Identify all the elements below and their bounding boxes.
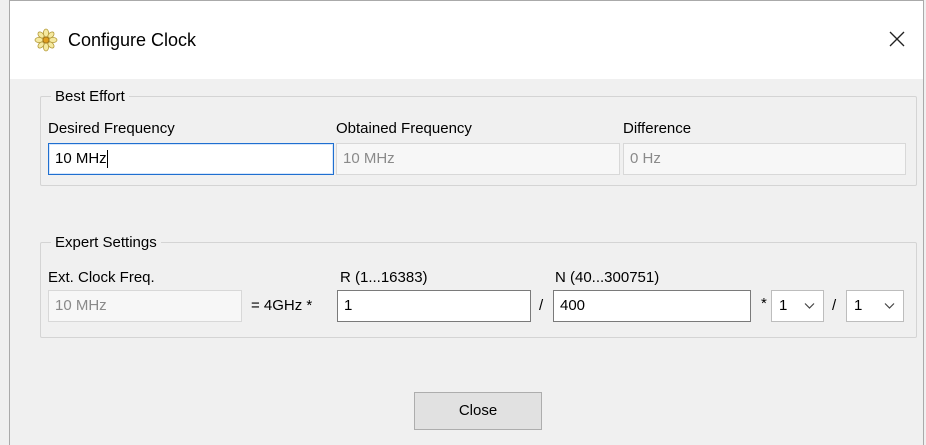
ext-clock-freq-field: 10 MHz	[48, 290, 242, 322]
obtained-frequency-field: 10 MHz	[336, 143, 620, 175]
divide-sign-1: /	[539, 297, 544, 314]
best-effort-legend: Best Effort	[51, 88, 129, 105]
title-bar: Configure Clock	[10, 1, 923, 79]
obtained-frequency-label: Obtained Frequency	[336, 120, 472, 137]
difference-field: 0 Hz	[623, 143, 906, 175]
desired-frequency-label: Desired Frequency	[48, 120, 175, 137]
flower-gear-icon	[34, 28, 58, 52]
divide-sign-2: /	[832, 297, 837, 314]
divider-select-1-value: 1	[779, 297, 788, 314]
desired-frequency-value: 10 MHz	[55, 150, 107, 167]
n-input[interactable]: 400	[553, 290, 751, 322]
multiply-sign: *	[761, 295, 767, 312]
text-caret	[106, 150, 108, 169]
divider-select-1[interactable]: 1	[771, 290, 824, 322]
difference-label: Difference	[623, 120, 692, 137]
r-range-label: R (1...16383)	[340, 269, 428, 286]
ext-clock-freq-label: Ext. Clock Freq.	[48, 269, 155, 286]
divider-select-2-value: 1	[854, 297, 863, 314]
multiplier-text: = 4GHz *	[251, 297, 313, 314]
desired-frequency-input[interactable]: 10 MHz	[48, 143, 334, 175]
chevron-down-icon	[804, 303, 815, 309]
configure-clock-dialog: Configure Clock Best Effort Desired Freq…	[9, 0, 924, 445]
chevron-down-icon	[884, 303, 895, 309]
dialog-title: Configure Clock	[68, 30, 197, 50]
r-input[interactable]: 1	[337, 290, 531, 322]
close-button[interactable]: Close	[414, 392, 542, 430]
expert-settings-legend: Expert Settings	[51, 234, 161, 251]
close-icon[interactable]	[877, 19, 917, 59]
divider-select-2[interactable]: 1	[846, 290, 904, 322]
n-range-label: N (40...300751)	[555, 269, 660, 286]
